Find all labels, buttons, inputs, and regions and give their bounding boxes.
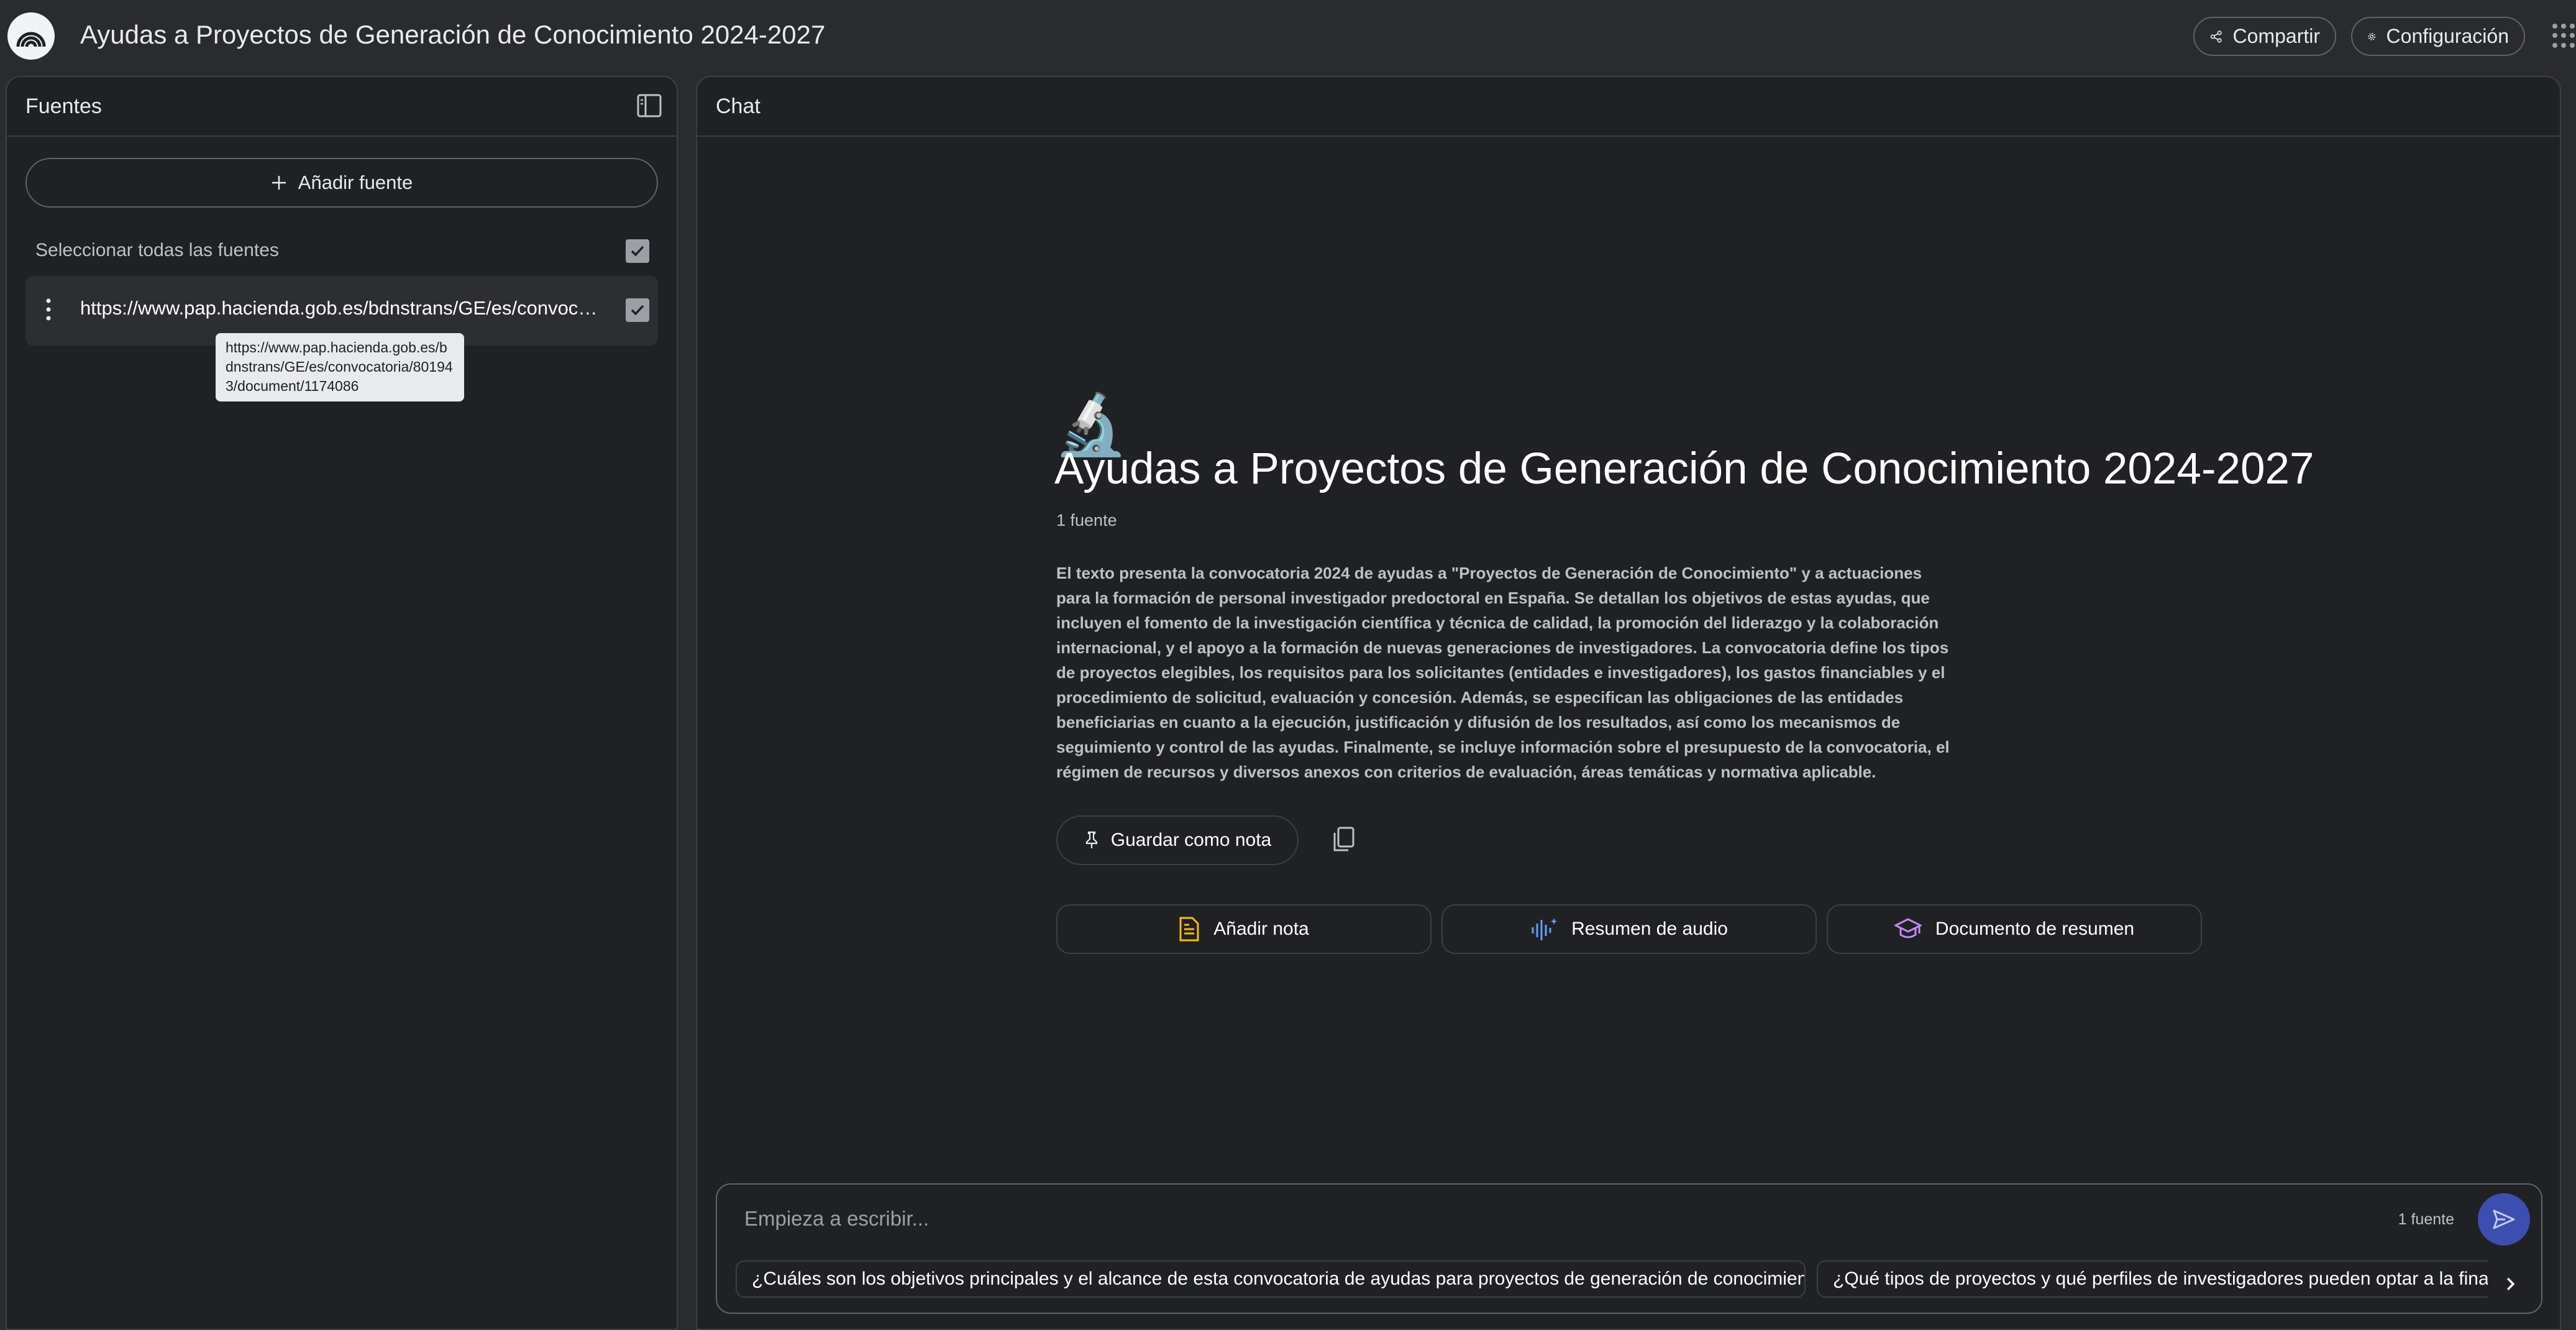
- add-note-label: Añadir nota: [1213, 919, 1309, 939]
- select-all-label: Seleccionar todas las fuentes: [35, 240, 279, 260]
- source-url-tooltip: https://www.pap.hacienda.gob.es/bdnstran…: [216, 333, 464, 401]
- chat-panel: Chat 🔬 Ayudas a Proyectos de Generación …: [696, 76, 2561, 1330]
- sources-panel: Fuentes Añadir fuente Seleccionar todas …: [6, 76, 678, 1330]
- gear-icon: [2368, 32, 2376, 40]
- add-source-label: Añadir fuente: [298, 172, 413, 193]
- audio-summary-label: Resumen de audio: [1571, 919, 1728, 939]
- sources-title: Fuentes: [25, 94, 102, 118]
- notebook-title-header[interactable]: Ayudas a Proyectos de Generación de Cono…: [80, 20, 825, 50]
- select-all-checkbox[interactable]: [626, 239, 649, 263]
- summary-document-label: Documento de resumen: [1935, 919, 2135, 939]
- chat-composer: 1 fuente ¿Cuáles son los objetivos princ…: [716, 1183, 2542, 1314]
- plus-icon: [272, 176, 286, 190]
- sources-header: Fuentes: [7, 77, 677, 137]
- share-icon: [2210, 30, 2222, 43]
- source-url[interactable]: https://www.pap.hacienda.gob.es/bdnstran…: [80, 297, 606, 319]
- notebook-summary: El texto presenta la convocatoria 2024 d…: [1056, 564, 1950, 781]
- chevron-right-icon[interactable]: [2492, 1265, 2529, 1303]
- add-note-button[interactable]: Añadir nota: [1056, 904, 1432, 954]
- settings-button[interactable]: Configuración: [2351, 17, 2525, 56]
- notebook-title: Ayudas a Proyectos de Generación de Cono…: [1054, 444, 2314, 493]
- share-label: Compartir: [2232, 25, 2320, 47]
- chat-title: Chat: [716, 94, 760, 118]
- summary-document-button[interactable]: Documento de resumen: [1827, 904, 2202, 954]
- graduation-cap-icon: [1894, 918, 1922, 938]
- send-icon: [2493, 1209, 2515, 1229]
- checkmark-icon: [631, 245, 644, 257]
- add-source-button[interactable]: Añadir fuente: [25, 158, 658, 208]
- suggestion-chip[interactable]: ¿Cuáles son los objetivos principales y …: [736, 1260, 1806, 1298]
- audio-summary-button[interactable]: Resumen de audio: [1441, 904, 1817, 954]
- suggestion-chips: ¿Cuáles son los objetivos principales y …: [736, 1260, 2488, 1298]
- copy-icon[interactable]: [1330, 825, 1358, 854]
- audio-waveform-icon: [1532, 918, 1558, 940]
- more-options-icon[interactable]: [44, 296, 53, 323]
- chat-header: Chat: [697, 77, 2560, 137]
- note-icon: [1179, 917, 1199, 942]
- chat-input[interactable]: [744, 1203, 2298, 1234]
- apps-grid-icon[interactable]: [2552, 24, 2576, 48]
- collapse-panel-icon[interactable]: [636, 92, 663, 119]
- save-as-note-button[interactable]: Guardar como nota: [1056, 815, 1299, 865]
- pin-icon: [1085, 831, 1097, 848]
- top-bar: Ayudas a Proyectos de Generación de Cono…: [0, 0, 2576, 73]
- suggestion-chip[interactable]: ¿Qué tipos de proyectos y qué perfiles d…: [1817, 1260, 2488, 1298]
- share-button[interactable]: Compartir: [2193, 17, 2336, 56]
- settings-label: Configuración: [2386, 25, 2509, 47]
- save-as-note-label: Guardar como nota: [1110, 830, 1272, 850]
- send-button[interactable]: [2478, 1193, 2530, 1245]
- source-checkbox[interactable]: [626, 298, 649, 322]
- source-count: 1 fuente: [1056, 511, 1117, 530]
- composer-source-count: 1 fuente: [2398, 1211, 2454, 1228]
- notebooklm-logo-icon[interactable]: [7, 12, 55, 60]
- checkmark-icon: [631, 305, 644, 316]
